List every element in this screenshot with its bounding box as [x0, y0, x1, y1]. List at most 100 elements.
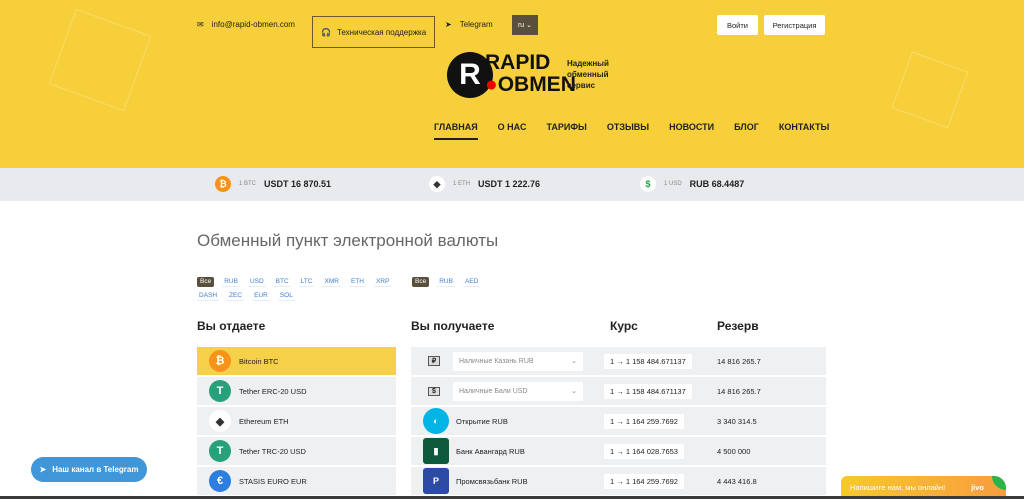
ticker-usd: $1 USD RUB 68.4487	[640, 176, 744, 192]
nav-home[interactable]: ГЛАВНАЯ	[434, 122, 478, 140]
ticker-unit: 1 ETH	[453, 181, 471, 187]
telegram-channel-label: Наш канал в Telegram	[52, 465, 139, 474]
chevron-down-icon: ⌄	[526, 22, 533, 29]
currency-icon: T	[209, 440, 231, 462]
login-button[interactable]: Войти	[717, 15, 758, 35]
get-row[interactable]: ₽ Наличные Казань RUB ⌄ 1 → 1 158 484.67113…	[411, 347, 826, 375]
currency-name: Промсвязьбанк RUB	[456, 476, 528, 486]
mail-icon: ✉	[197, 20, 204, 29]
currency-name: Bitcoin BTC	[239, 356, 279, 366]
filter-eur[interactable]: EUR	[252, 291, 270, 301]
filter-rub[interactable]: RUB	[437, 277, 455, 287]
nav-tariffs[interactable]: ТАРИФЫ	[546, 122, 586, 140]
filter-rub[interactable]: RUB	[222, 277, 240, 287]
page-title: Обменный пункт электронной валюты	[197, 231, 499, 250]
select-value: Наличные Бали USD	[459, 387, 528, 395]
city-select[interactable]: Наличные Бали USD ⌄	[453, 381, 583, 401]
reserve-value: 4 443 416.8	[717, 476, 757, 486]
currency-name: Tether TRC-20 USD	[239, 446, 306, 456]
cash-icon: $	[423, 379, 445, 403]
rate-value: 1 → 1 164 259.7692	[604, 413, 684, 429]
bank-logo-icon: P	[423, 468, 449, 494]
currency-name: Ethereum ETH	[239, 416, 289, 426]
language-select[interactable]: ru ⌄	[512, 15, 538, 35]
rate-header: Курс	[610, 319, 638, 333]
lang-value: ru	[517, 21, 525, 29]
telegram-icon: ➤	[445, 20, 452, 29]
filter-aed[interactable]: AED	[462, 277, 481, 287]
get-row[interactable]: P Промсвязьбанк RUB 1 → 1 164 259.7692 4 44…	[411, 467, 826, 495]
ticker-unit: 1 USD	[664, 181, 682, 187]
nav-contacts[interactable]: КОНТАКТЫ	[779, 122, 829, 140]
get-row[interactable]: $ Наличные Бали USD ⌄ 1 → 1 158 484.671137 1…	[411, 377, 826, 405]
rate-value: 1 → 1 158 484.671137	[604, 383, 692, 399]
chat-brand: jivo	[971, 483, 984, 492]
filter-xmr[interactable]: XMR	[322, 277, 341, 287]
register-button[interactable]: Регистрация	[764, 15, 825, 35]
email-link[interactable]: ✉ info@rapid-obmen.com	[197, 20, 295, 29]
give-row[interactable]: € STASIS EURO EUR	[197, 467, 396, 495]
chevron-down-icon: ⌄	[571, 388, 577, 395]
filter-btc[interactable]: BTC	[273, 277, 291, 287]
headset-icon: 🎧	[321, 27, 331, 37]
reserve-value: 3 340 314.5	[717, 416, 757, 426]
select-value: Наличные Казань RUB	[459, 357, 534, 365]
main-nav: ГЛАВНАЯ О НАС ТАРИФЫ ОТЗЫВЫ НОВОСТИ БЛОГ…	[434, 122, 829, 140]
give-filters: Все RUB USD BTC LTC XMR ETH XRP DASH ZEC…	[197, 277, 397, 301]
chat-text: Напишите нам, мы онлайн!	[850, 483, 946, 492]
ticker-eth: ◆ 1 ETH USDT 1 222.76	[429, 176, 540, 192]
chevron-down-icon: ⌄	[571, 358, 577, 365]
filter-eth[interactable]: ETH	[348, 277, 366, 287]
currency-name: Открытие RUB	[456, 416, 508, 426]
dollar-icon: $	[640, 176, 656, 192]
support-label: Техническая поддержка	[336, 27, 427, 37]
telegram-label: Telegram	[459, 20, 493, 29]
nav-blog[interactable]: БЛОГ	[734, 122, 759, 140]
bitcoin-icon: ₿	[215, 176, 231, 192]
filter-all[interactable]: Все	[197, 277, 215, 287]
telegram-channel-button[interactable]: ➤ Наш канал в Telegram	[31, 457, 147, 482]
filter-ltc[interactable]: LTC	[298, 277, 315, 287]
cash-icon: ₽	[423, 349, 445, 373]
nav-about[interactable]: О НАС	[498, 122, 527, 140]
tagline: Надежный обменный сервис	[567, 59, 609, 90]
reserve-value: 4 500 000	[717, 446, 751, 456]
city-select[interactable]: Наличные Казань RUB ⌄	[453, 351, 583, 371]
get-row[interactable]: ◐ Открытие RUB 1 → 1 164 259.7692 3 340 314…	[411, 407, 826, 435]
bank-logo-icon: ▮	[423, 438, 449, 464]
get-row[interactable]: ▮ Банк Авангард RUB 1 → 1 164 028.7653 4 50…	[411, 437, 826, 465]
bank-logo-icon: ◐	[423, 408, 449, 434]
logo-text: RAPID ●OBMEN	[485, 51, 576, 96]
nav-news[interactable]: НОВОСТИ	[669, 122, 714, 140]
give-row[interactable]: T Tether TRC-20 USD	[197, 437, 396, 465]
currency-name: Банк Авангард RUB	[456, 446, 525, 456]
decoration	[48, 8, 152, 112]
ticker-value: RUB 68.4487	[689, 179, 745, 189]
currency-icon: T	[209, 380, 231, 402]
currency-icon: ◆	[209, 410, 231, 432]
reserve-header: Резерв	[717, 319, 759, 333]
filter-dash[interactable]: DASH	[197, 291, 220, 301]
currency-icon: ₿	[209, 350, 231, 372]
reserve-value: 14 816 265.7	[717, 356, 761, 366]
telegram-link[interactable]: ➤ Telegram	[445, 20, 493, 29]
give-row[interactable]: T Tether ERC-20 USD	[197, 377, 396, 405]
ethereum-icon: ◆	[429, 176, 445, 192]
filter-sol[interactable]: SOL	[277, 291, 295, 301]
ticker-value: USDT 16 870.51	[264, 179, 332, 189]
ticker-unit: 1 BTC	[239, 181, 257, 187]
decoration	[891, 51, 969, 129]
filter-zec[interactable]: ZEC	[227, 291, 245, 301]
filter-usd[interactable]: USD	[247, 277, 266, 287]
rate-value: 1 → 1 158 484.671137	[604, 353, 692, 369]
filter-xrp[interactable]: XRP	[373, 277, 392, 287]
online-indicator-icon	[992, 476, 1006, 490]
give-row[interactable]: ₿ Bitcoin BTC	[197, 347, 396, 375]
nav-reviews[interactable]: ОТЗЫВЫ	[607, 122, 649, 140]
filter-all[interactable]: Все	[412, 277, 430, 287]
header: ✉ info@rapid-obmen.com 🎧 Техническая подде…	[0, 0, 1024, 168]
support-button[interactable]: 🎧 Техническая поддержка	[312, 16, 436, 48]
currency-name: STASIS EURO EUR	[239, 476, 307, 486]
give-row[interactable]: ◆ Ethereum ETH	[197, 407, 396, 435]
logo[interactable]: R RAPID ●OBMEN	[447, 52, 576, 100]
